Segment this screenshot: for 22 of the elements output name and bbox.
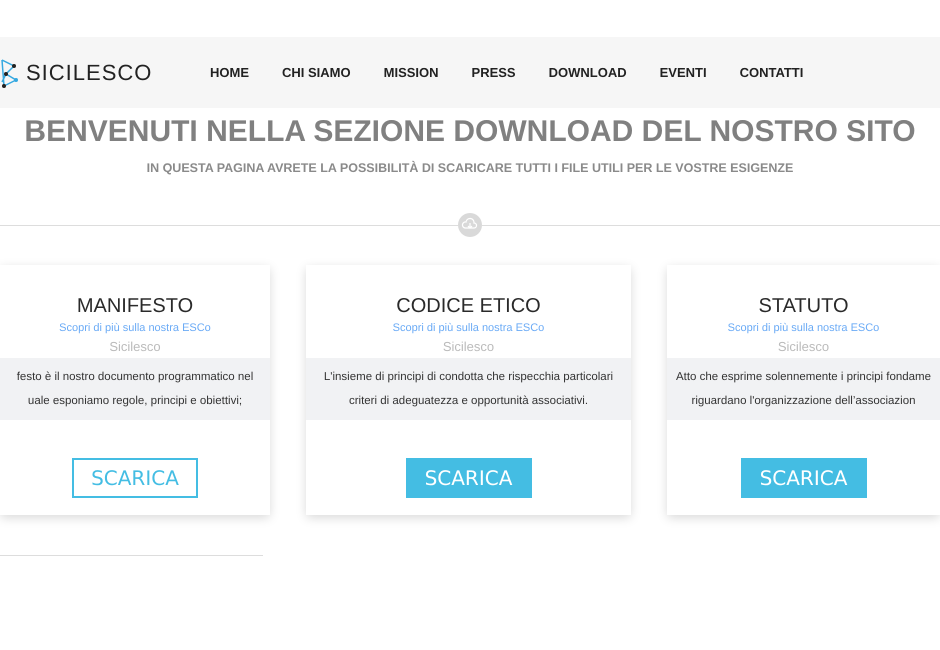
description-text: L'insieme di principi di condotta che rispecchia particolari bbox=[322, 370, 614, 385]
description-text: uale esponiamo regole, principi e obiettivi; bbox=[26, 394, 244, 409]
card-title: STATUTO bbox=[758, 295, 848, 318]
nav-link[interactable]: CONTATTI bbox=[740, 65, 804, 80]
card-brand: Sicilesco bbox=[109, 339, 161, 354]
nav-link[interactable]: MISSION bbox=[384, 65, 439, 80]
card-brand: Sicilesco bbox=[442, 339, 494, 354]
nav-link[interactable]: PRESS bbox=[472, 65, 516, 80]
card-title: CODICE ETICO bbox=[396, 295, 541, 318]
nav-link[interactable]: HOME bbox=[210, 65, 249, 80]
page-title: BENVENUTI NELLA SEZIONE DOWNLOAD DEL NOSTRO SITO bbox=[23, 115, 917, 149]
nav-link[interactable]: CHI SIAMO bbox=[282, 65, 351, 80]
nav-link[interactable]: EVENTI bbox=[660, 65, 707, 80]
card-brand: Sicilesco bbox=[778, 339, 830, 354]
logo-text[interactable]: SICILESCO bbox=[26, 60, 152, 86]
description-text: criteri di adeguatezza e opportunità associativi. bbox=[348, 394, 590, 409]
description-text: riguardano l'organizzazione dell’associazion bbox=[690, 394, 917, 409]
description-text: Atto che esprime solennemente i principi fondame bbox=[674, 370, 932, 385]
description-text: festo è il nostro documento programmatico nel bbox=[16, 370, 254, 385]
page-subtitle: IN QUESTA PAGINA AVRETE LA POSSIBILITÀ DI SCARICARE TUTTI I FILE UTILI PER LE VOSTRE ESIGENZE bbox=[146, 161, 794, 175]
nav-link[interactable]: DOWNLOAD bbox=[548, 65, 627, 80]
card-title: MANIFESTO bbox=[76, 295, 194, 318]
